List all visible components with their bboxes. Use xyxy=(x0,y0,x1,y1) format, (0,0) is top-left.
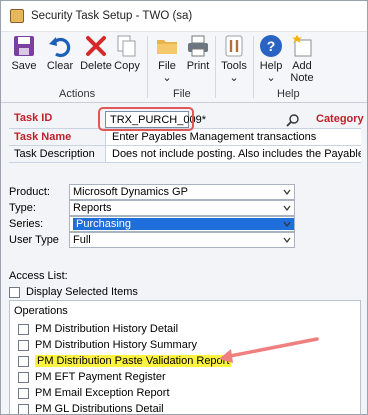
delete-x-icon xyxy=(84,34,108,58)
list-item[interactable]: PM Email Exception Report xyxy=(18,385,170,401)
item-checkbox[interactable] xyxy=(18,371,29,383)
lookup-magnifier-icon[interactable] xyxy=(286,113,300,127)
item-label: PM EFT Payment Register xyxy=(35,371,166,383)
add-note-label-line2: Note xyxy=(290,72,314,84)
group-divider xyxy=(253,36,254,98)
chevron-down-icon xyxy=(283,205,291,211)
list-item[interactable]: PM EFT Payment Register xyxy=(18,369,166,385)
task-description-label: Task Description xyxy=(14,148,95,160)
delete-button[interactable]: Delete xyxy=(79,34,113,80)
item-label: PM GL Distributions Detail xyxy=(35,403,164,415)
display-selected-checkbox[interactable] xyxy=(9,286,20,298)
add-note-button[interactable]: Add Note xyxy=(287,34,317,84)
clear-label: Clear xyxy=(46,60,74,72)
task-name-label: Task Name xyxy=(14,131,72,143)
access-list-label: Access List: xyxy=(9,270,68,282)
list-item[interactable]: PM Distribution History Detail xyxy=(18,321,178,337)
file-dropdown-caret: ⌄ xyxy=(162,72,172,84)
delete-label: Delete xyxy=(80,60,112,72)
item-checkbox[interactable] xyxy=(18,355,29,367)
item-label: PM Distribution Paste Validation Report xyxy=(35,355,232,367)
task-id-label: Task ID xyxy=(14,111,53,124)
chevron-down-icon xyxy=(283,221,291,227)
task-id-highlight-box xyxy=(98,107,194,131)
save-label: Save xyxy=(11,60,37,72)
tools-dropdown-caret: ⌄ xyxy=(229,72,239,84)
item-label: PM Email Exception Report xyxy=(35,387,170,399)
title-bar: Security Task Setup - TWO (sa) xyxy=(1,1,367,31)
list-item[interactable]: PM GL Distributions Detail xyxy=(18,401,164,415)
product-select[interactable]: Microsoft Dynamics GP xyxy=(69,184,295,200)
item-label: PM Distribution History Summary xyxy=(35,339,197,351)
series-value: Purchasing xyxy=(73,218,294,230)
list-item[interactable]: PM Distribution History Summary xyxy=(18,337,197,353)
type-value: Reports xyxy=(73,202,112,214)
operations-header: Operations xyxy=(14,305,68,317)
help-label: Help xyxy=(259,60,283,72)
add-note-label: Add xyxy=(292,60,312,72)
undo-icon xyxy=(48,34,72,58)
user-type-select[interactable]: Full xyxy=(69,232,295,248)
annotation-arrow-icon xyxy=(219,337,319,363)
task-description-row: Task Description Does not include postin… xyxy=(9,146,361,163)
security-task-setup-window: Security Task Setup - TWO (sa) Save Clea… xyxy=(0,0,368,415)
group-divider xyxy=(215,36,216,98)
tools-menu-button[interactable]: Tools ⌄ xyxy=(220,34,248,84)
series-row: Series: Purchasing xyxy=(9,216,295,232)
printer-icon xyxy=(186,34,210,58)
print-label: Print xyxy=(186,60,210,72)
ribbon-toolbar: Save Clear Delete Copy Actions File ⌄ Pr… xyxy=(1,31,367,103)
task-name-row: Task Name Enter Payables Management tran… xyxy=(9,129,361,146)
product-value: Microsoft Dynamics GP xyxy=(73,186,188,198)
product-label: Product: xyxy=(9,186,50,198)
chevron-down-icon xyxy=(283,189,291,195)
task-name-field[interactable]: Enter Payables Management transactions xyxy=(105,129,361,145)
item-checkbox[interactable] xyxy=(18,323,29,335)
copy-icon xyxy=(115,34,139,58)
window-title: Security Task Setup - TWO (sa) xyxy=(31,10,193,22)
user-type-value: Full xyxy=(73,234,91,246)
series-label: Series: xyxy=(9,218,44,230)
display-selected-label: Display Selected Items xyxy=(26,286,138,298)
tools-icon xyxy=(222,34,246,58)
clear-button[interactable]: Clear xyxy=(43,34,77,80)
group-divider xyxy=(147,36,148,98)
task-description-field[interactable]: Does not include posting. Also includes … xyxy=(105,146,361,162)
group-help-label: Help xyxy=(277,88,300,100)
help-menu-button[interactable]: ? Help ⌄ xyxy=(257,34,285,84)
help-dropdown-caret: ⌄ xyxy=(266,72,276,84)
group-actions-label: Actions xyxy=(59,88,96,100)
save-button[interactable]: Save xyxy=(9,34,39,80)
type-select[interactable]: Reports xyxy=(69,200,295,216)
series-select[interactable]: Purchasing xyxy=(69,216,295,232)
save-icon xyxy=(12,34,36,58)
help-icon: ? xyxy=(259,34,283,58)
item-checkbox[interactable] xyxy=(18,403,29,414)
item-checkbox[interactable] xyxy=(18,387,29,399)
category-label: Category xyxy=(316,113,364,125)
type-row: Type: Reports xyxy=(9,200,295,216)
copy-button[interactable]: Copy xyxy=(113,34,141,80)
file-menu-button[interactable]: File ⌄ xyxy=(153,34,181,84)
display-selected-row[interactable]: Display Selected Items xyxy=(9,286,138,298)
item-checkbox[interactable] xyxy=(18,339,29,351)
list-item-highlighted[interactable]: PM Distribution Paste Validation Report xyxy=(18,353,232,369)
product-row: Product: Microsoft Dynamics GP xyxy=(9,184,295,200)
folder-icon xyxy=(155,34,179,58)
chevron-down-icon xyxy=(283,237,291,243)
file-label: File xyxy=(158,60,176,72)
add-note-icon xyxy=(290,34,314,58)
app-icon xyxy=(10,9,24,23)
tools-label: Tools xyxy=(221,60,247,72)
type-label: Type: xyxy=(9,202,36,214)
user-type-label: User Type xyxy=(9,234,59,246)
user-type-row: User Type Full xyxy=(9,232,295,248)
svg-text:?: ? xyxy=(267,38,276,54)
copy-label: Copy xyxy=(114,60,140,72)
item-label: PM Distribution History Detail xyxy=(35,323,179,335)
print-button[interactable]: Print xyxy=(183,34,213,80)
group-file-label: File xyxy=(173,88,191,100)
